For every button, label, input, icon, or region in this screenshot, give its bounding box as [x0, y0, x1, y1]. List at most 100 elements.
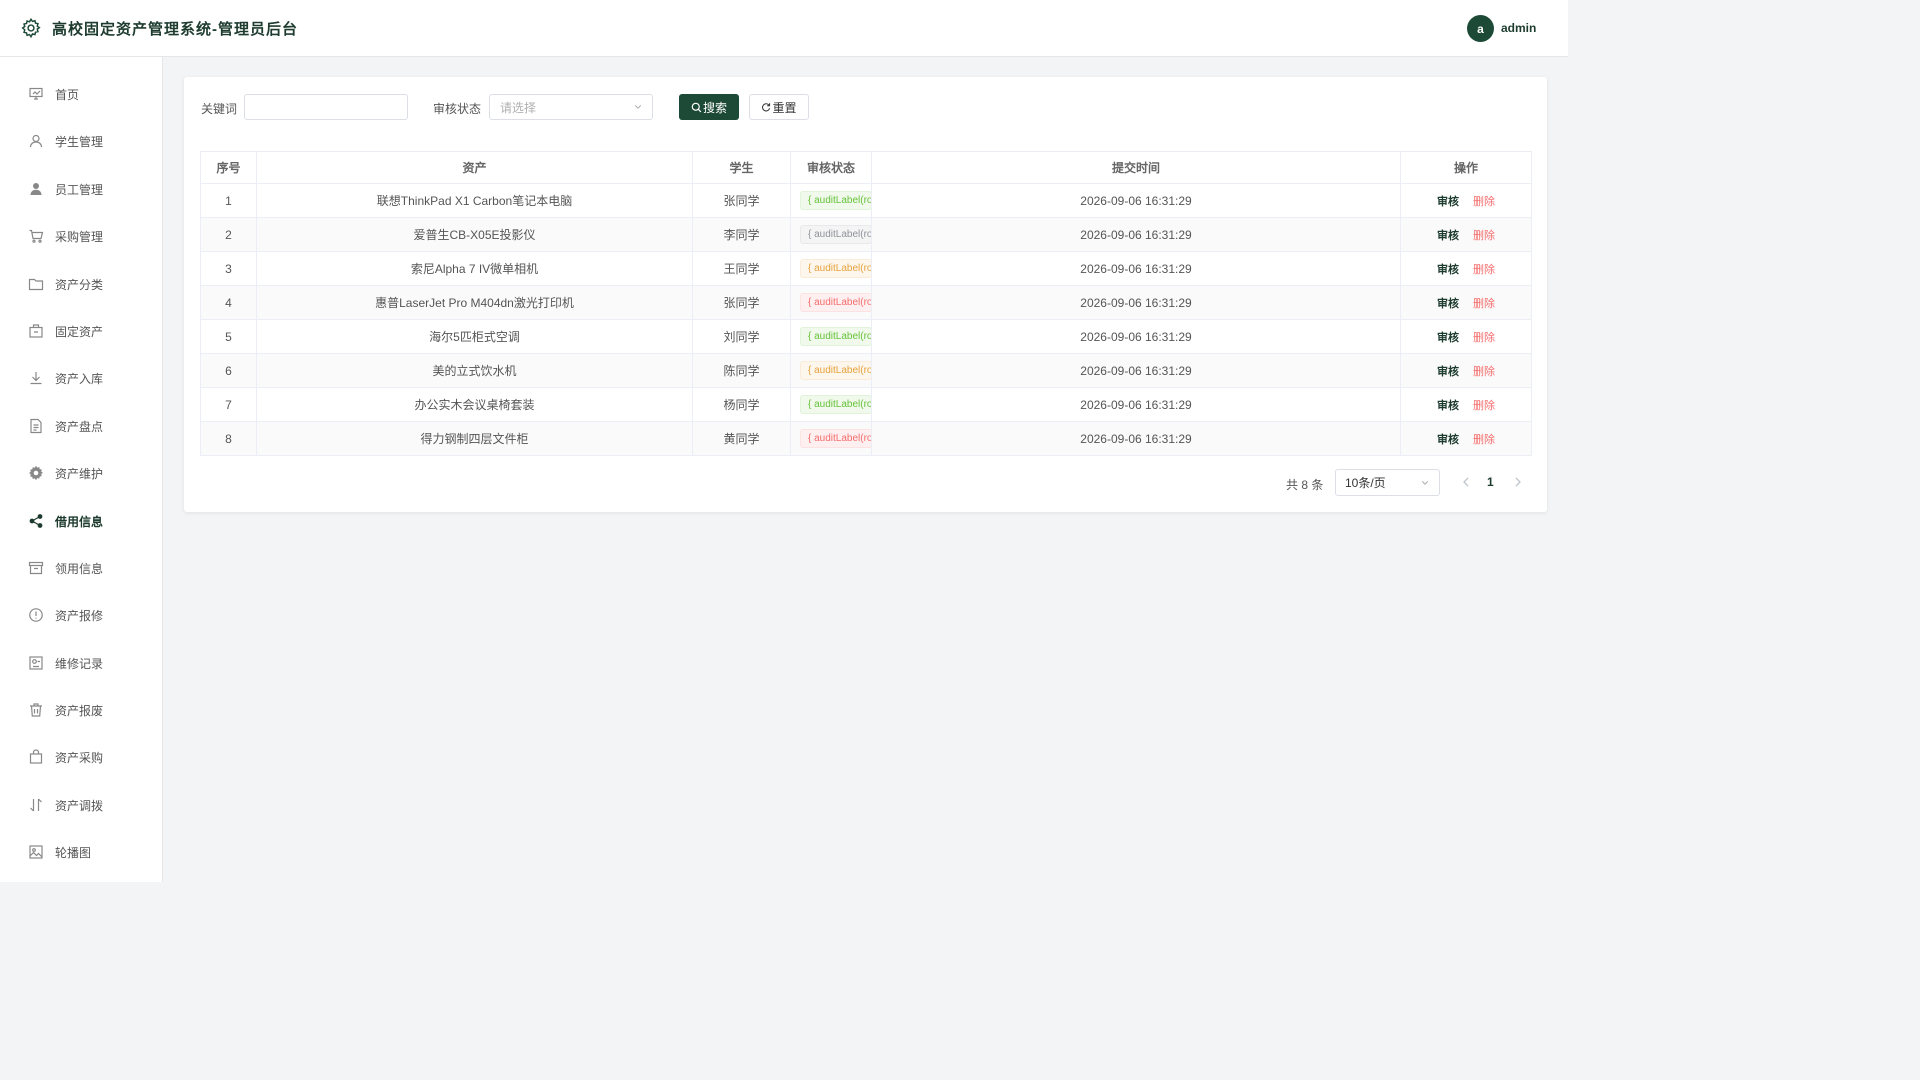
- sidebar-item-repair-records[interactable]: 维修记录: [0, 643, 162, 683]
- cell-asset: 爱普生CB-X05E投影仪: [256, 217, 693, 252]
- cell-audit-status: { auditLabel(row.auditStatus) }: [790, 251, 872, 286]
- dashboard-icon: [29, 87, 43, 100]
- cell-actions: 审核 删除: [1400, 285, 1532, 320]
- table-row: 1 联想ThinkPad X1 Carbon笔记本电脑 张同学 { auditL…: [200, 183, 1532, 218]
- sidebar-item-fixed-assets[interactable]: 固定资产: [0, 311, 162, 351]
- delete-button[interactable]: 删除: [1473, 332, 1495, 344]
- sidebar-item-carousel[interactable]: 轮播图: [0, 832, 162, 872]
- app-title: 高校固定资产管理系统-管理员后台: [52, 21, 298, 38]
- sidebar-item-asset-maintenance[interactable]: 资产维护: [0, 453, 162, 493]
- status-badge: { auditLabel(row.auditStatus) }: [800, 293, 871, 312]
- cell-submit-time: 2026-09-06 16:31:29: [871, 319, 1401, 354]
- page-size-select[interactable]: 10条/页: [1335, 469, 1440, 496]
- sidebar-item-label: 资产报修: [55, 608, 104, 623]
- cell-no: 1: [200, 183, 257, 218]
- sidebar-item-label: 学生管理: [55, 134, 104, 149]
- audit-button[interactable]: 审核: [1437, 400, 1459, 412]
- status-badge: { auditLabel(row.auditStatus) }: [800, 259, 871, 278]
- download-icon: [30, 372, 42, 385]
- sidebar-item-label: 资产维护: [55, 466, 104, 481]
- avatar[interactable]: a: [1467, 15, 1494, 42]
- cell-submit-time: 2026-09-06 16:31:29: [871, 217, 1401, 252]
- delete-button[interactable]: 删除: [1473, 366, 1495, 378]
- cell-no: 7: [200, 387, 257, 422]
- cell-actions: 审核 删除: [1400, 251, 1532, 286]
- sidebar-item-receive-info[interactable]: 领用信息: [0, 548, 162, 588]
- top-header: 高校固定资产管理系统-管理员后台 a admin: [0, 0, 1568, 57]
- sidebar-item-borrow-info[interactable]: 借用信息: [0, 501, 162, 541]
- page-number-current[interactable]: 1: [1487, 475, 1494, 489]
- cell-student: 杨同学: [692, 387, 791, 422]
- status-badge: { auditLabel(row.auditStatus) }: [800, 327, 871, 346]
- audit-status-placeholder: 请选择: [500, 100, 537, 115]
- cell-actions: 审核 删除: [1400, 217, 1532, 252]
- user-icon: [29, 134, 43, 148]
- cell-student: 张同学: [692, 183, 791, 218]
- sidebar-item-asset-category[interactable]: 资产分类: [0, 264, 162, 304]
- status-badge: { auditLabel(row.auditStatus) }: [800, 191, 871, 210]
- chevron-right-icon[interactable]: [1513, 475, 1523, 489]
- reset-button[interactable]: 重置: [749, 94, 809, 120]
- sidebar-item-label: 固定资产: [55, 324, 104, 339]
- sidebar-item-students[interactable]: 学生管理: [0, 121, 162, 161]
- cell-actions: 审核 删除: [1400, 319, 1532, 354]
- audit-button[interactable]: 审核: [1437, 298, 1459, 310]
- page-size-value: 10条/页: [1345, 476, 1386, 490]
- sidebar-item-label: 资产分类: [55, 277, 104, 292]
- delete-button[interactable]: 删除: [1473, 230, 1495, 242]
- sort-icon: [30, 798, 42, 812]
- delete-button[interactable]: 删除: [1473, 196, 1495, 208]
- cell-audit-status: { auditLabel(row.auditStatus) }: [790, 421, 872, 456]
- sidebar-item-label: 领用信息: [55, 561, 104, 576]
- cell-submit-time: 2026-09-06 16:31:29: [871, 251, 1401, 286]
- cell-actions: 审核 删除: [1400, 387, 1532, 422]
- cell-asset: 惠普LaserJet Pro M404dn激光打印机: [256, 285, 693, 320]
- cell-audit-status: { auditLabel(row.auditStatus) }: [790, 353, 872, 388]
- table-row: 8 得力钢制四层文件柜 黄同学 { auditLabel(row.auditSt…: [200, 421, 1532, 456]
- chevron-left-icon[interactable]: [1461, 475, 1471, 489]
- delete-button[interactable]: 删除: [1473, 434, 1495, 446]
- cell-submit-time: 2026-09-06 16:31:29: [871, 421, 1401, 456]
- sidebar-item-home[interactable]: 首页: [0, 74, 162, 114]
- sidebar-item-asset-repair[interactable]: 资产报修: [0, 595, 162, 635]
- sidebar-item-label: 资产调拨: [55, 798, 104, 813]
- warning-circle-icon: [29, 608, 43, 622]
- sidebar-item-asset-transfer[interactable]: 资产调拨: [0, 785, 162, 825]
- sidebar-item-asset-inbound[interactable]: 资产入库: [0, 358, 162, 398]
- cell-audit-status: { auditLabel(row.auditStatus) }: [790, 387, 872, 422]
- sidebar-item-employees[interactable]: 员工管理: [0, 169, 162, 209]
- cell-student: 张同学: [692, 285, 791, 320]
- username[interactable]: admin: [1501, 21, 1536, 35]
- sidebar-item-asset-inventory[interactable]: 资产盘点: [0, 406, 162, 446]
- tools-icon: [29, 656, 43, 670]
- search-button[interactable]: 搜索: [679, 94, 739, 120]
- trash-icon: [30, 703, 42, 717]
- audit-status-select[interactable]: 请选择: [489, 94, 653, 120]
- cell-no: 5: [200, 319, 257, 354]
- delete-button[interactable]: 删除: [1473, 400, 1495, 412]
- cell-submit-time: 2026-09-06 16:31:29: [871, 183, 1401, 218]
- share-icon: [29, 514, 43, 528]
- cell-actions: 审核 删除: [1400, 353, 1532, 388]
- audit-button[interactable]: 审核: [1437, 366, 1459, 378]
- sidebar-item-asset-procurement[interactable]: 资产采购: [0, 737, 162, 777]
- keyword-input[interactable]: [244, 94, 408, 120]
- audit-button[interactable]: 审核: [1437, 230, 1459, 242]
- sidebar-item-asset-scrap[interactable]: 资产报废: [0, 690, 162, 730]
- sidebar: 首页 学生管理 员工管理 采购管理 资产分类 固定资产 资产入库 资产盘点 资产…: [0, 57, 163, 882]
- status-badge: { auditLabel(row.auditStatus) }: [800, 395, 871, 414]
- delete-button[interactable]: 删除: [1473, 264, 1495, 276]
- audit-button[interactable]: 审核: [1437, 434, 1459, 446]
- archive-icon: [28, 561, 44, 575]
- sidebar-item-label: 资产入库: [55, 371, 104, 386]
- audit-status-label: 审核状态: [433, 102, 482, 116]
- audit-button[interactable]: 审核: [1437, 264, 1459, 276]
- sidebar-item-purchase-management[interactable]: 采购管理: [0, 216, 162, 256]
- cell-asset: 办公实木会议桌椅套装: [256, 387, 693, 422]
- delete-button[interactable]: 删除: [1473, 298, 1495, 310]
- sidebar-item-label: 采购管理: [55, 229, 104, 244]
- cell-no: 3: [200, 251, 257, 286]
- column-header-actions: 操作: [1400, 151, 1532, 184]
- audit-button[interactable]: 审核: [1437, 196, 1459, 208]
- audit-button[interactable]: 审核: [1437, 332, 1459, 344]
